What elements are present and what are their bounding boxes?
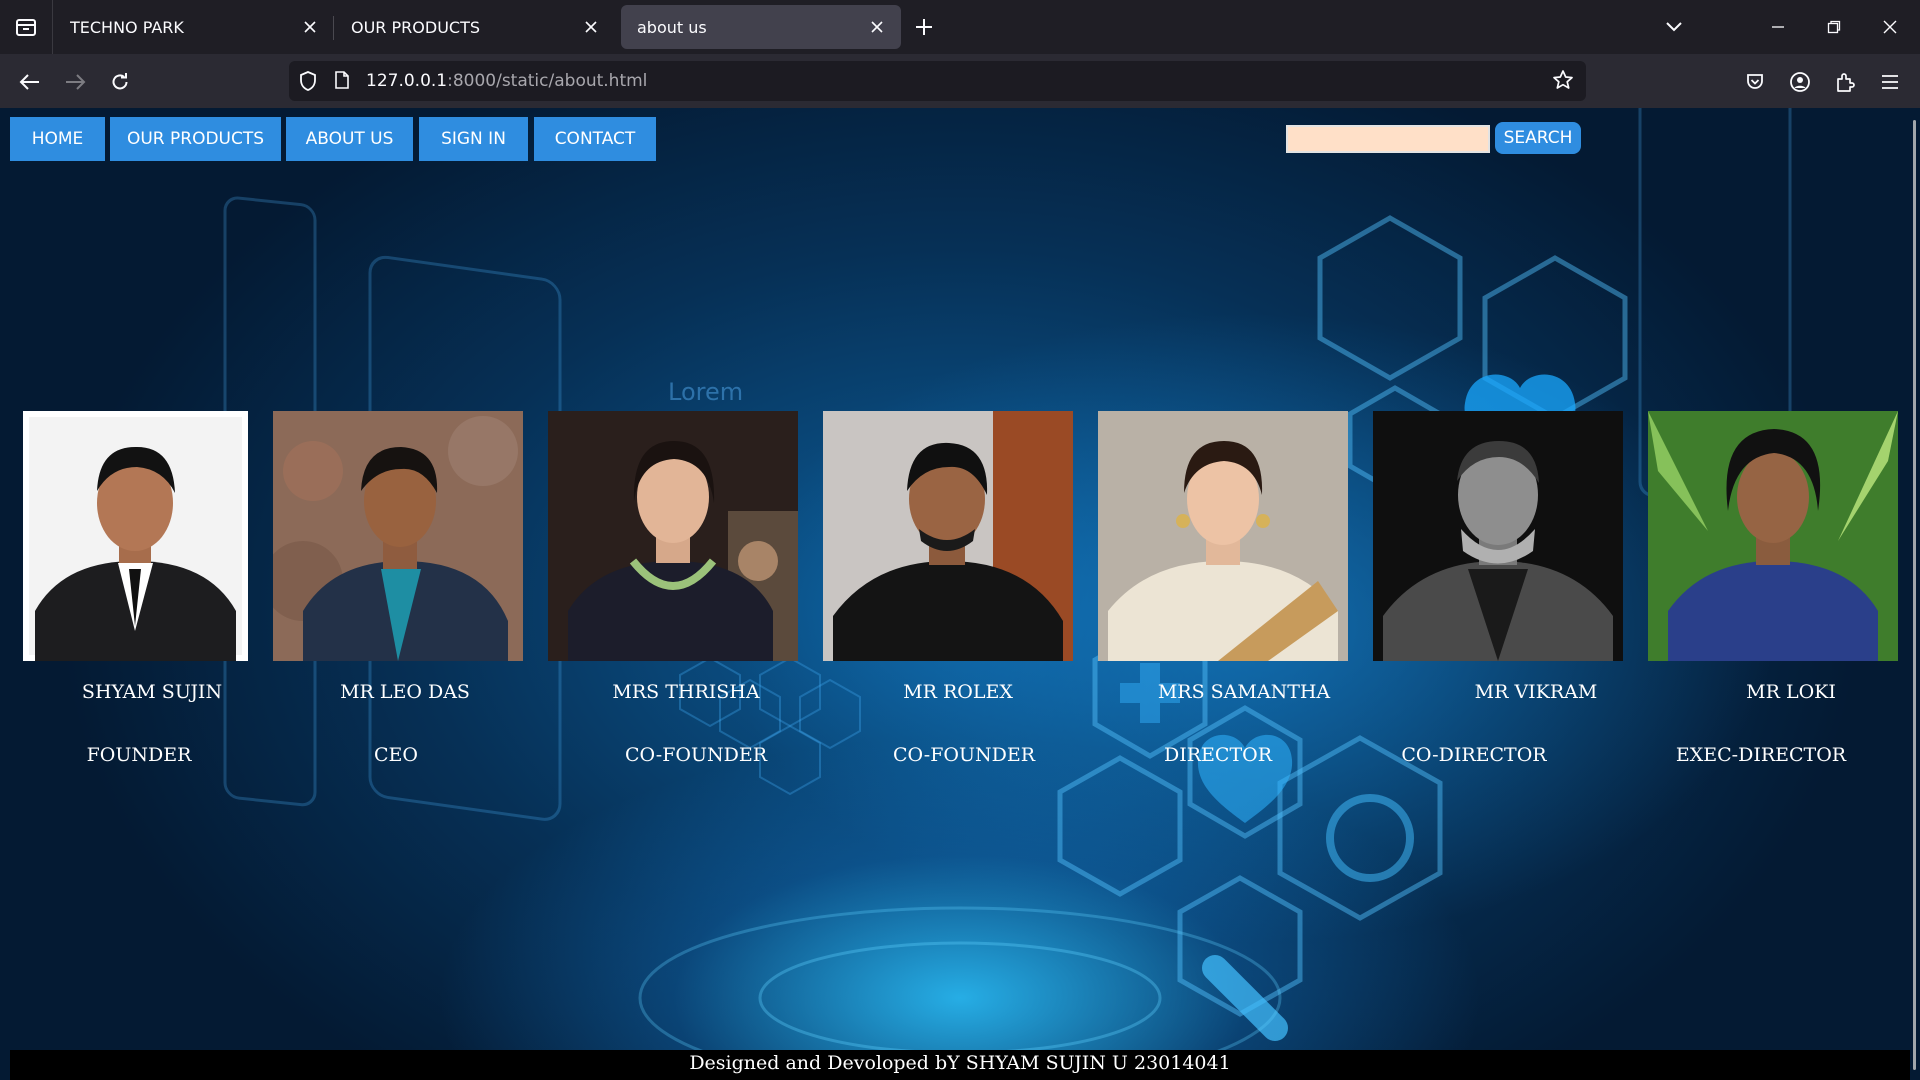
page-scrollbar[interactable] bbox=[1913, 120, 1916, 1070]
team-photo-mr-loki bbox=[1648, 411, 1898, 661]
team-member-role: CO-FOUNDER bbox=[624, 744, 768, 766]
team-member-role: CEO bbox=[374, 744, 418, 766]
team-member-name: MR LEO DAS bbox=[340, 681, 470, 703]
reload-icon[interactable] bbox=[105, 67, 135, 97]
close-tab-icon[interactable] bbox=[300, 17, 320, 37]
background-lorem-text: Lorem bbox=[668, 378, 743, 406]
close-tab-icon[interactable] bbox=[867, 17, 887, 37]
account-icon[interactable] bbox=[1785, 67, 1815, 97]
team-member-name: SHYAM SUJIN bbox=[81, 681, 223, 703]
page-icon[interactable] bbox=[334, 70, 350, 94]
minimize-icon[interactable] bbox=[1750, 0, 1806, 54]
menu-about-us-button[interactable]: ABOUT US bbox=[286, 117, 413, 161]
team-member-role: DIRECTOR bbox=[1163, 744, 1273, 766]
list-all-tabs-icon[interactable] bbox=[1646, 0, 1702, 54]
url-path: :8000/static/about.html bbox=[447, 71, 648, 91]
menu-contact-button[interactable]: CONTACT bbox=[534, 117, 656, 161]
team-photo-mrs-samantha bbox=[1098, 411, 1348, 661]
team-photo-mr-vikram bbox=[1373, 411, 1623, 661]
tab-title: about us bbox=[637, 17, 707, 37]
browser-toolbar: 127.0.0.1:8000/static/about.html bbox=[0, 54, 1920, 108]
browser-tab-bar: TECHNO PARK OUR PRODUCTS about us bbox=[0, 0, 1920, 54]
shield-icon[interactable] bbox=[298, 70, 318, 96]
about-page: Lorem HOME OUR PRODUCTS ABOUT US SIGN IN… bbox=[0, 108, 1920, 1080]
back-arrow-icon[interactable] bbox=[15, 67, 45, 97]
tab-title: OUR PRODUCTS bbox=[351, 17, 480, 37]
new-tab-icon[interactable] bbox=[910, 13, 938, 41]
team-photo-mrs-thrisha bbox=[548, 411, 798, 661]
team-photo-mr-rolex bbox=[823, 411, 1073, 661]
menu-home-button[interactable]: HOME bbox=[10, 117, 105, 161]
team-member-name: MR ROLEX bbox=[903, 681, 1013, 703]
team-member-name: MR VIKRAM bbox=[1474, 681, 1598, 703]
team-photo-shyam-sujin bbox=[23, 411, 248, 661]
close-tab-icon[interactable] bbox=[581, 17, 601, 37]
restore-icon[interactable] bbox=[1806, 0, 1862, 54]
tab-our-products[interactable]: OUR PRODUCTS bbox=[335, 5, 615, 49]
team-member-role: FOUNDER bbox=[86, 744, 192, 766]
team-member-name: MRS THRISHA bbox=[612, 681, 760, 703]
extensions-icon[interactable] bbox=[1830, 67, 1860, 97]
tab-list-icon[interactable] bbox=[0, 0, 53, 54]
url-text[interactable]: 127.0.0.1:8000/static/about.html bbox=[366, 71, 647, 91]
team-member-role: EXEC-DIRECTOR bbox=[1675, 744, 1847, 766]
search-button[interactable]: SEARCH bbox=[1495, 122, 1581, 154]
forward-arrow-icon[interactable] bbox=[60, 67, 90, 97]
tab-about-us[interactable]: about us bbox=[621, 5, 901, 49]
team-photo-mr-leo-das bbox=[273, 411, 523, 661]
team-member-name: MR LOKI bbox=[1746, 681, 1836, 703]
team-member-role: CO-FOUNDER bbox=[892, 744, 1036, 766]
search-input[interactable] bbox=[1286, 125, 1490, 153]
team-member-name: MRS SAMANTHA bbox=[1157, 681, 1331, 703]
close-window-icon[interactable] bbox=[1862, 0, 1918, 54]
url-host: 127.0.0.1 bbox=[366, 71, 448, 91]
team-member-role: CO-DIRECTOR bbox=[1401, 744, 1547, 766]
menu-sign-in-button[interactable]: SIGN IN bbox=[419, 117, 528, 161]
tab-title: TECHNO PARK bbox=[70, 17, 184, 37]
menu-our-products-button[interactable]: OUR PRODUCTS bbox=[110, 117, 281, 161]
pocket-icon[interactable] bbox=[1740, 67, 1770, 97]
hamburger-menu-icon[interactable] bbox=[1875, 67, 1905, 97]
bookmark-star-icon[interactable] bbox=[1552, 69, 1574, 95]
page-footer: Designed and Devoloped bY SHYAM SUJIN U … bbox=[10, 1050, 1910, 1080]
tab-separator bbox=[333, 16, 334, 40]
address-bar[interactable]: 127.0.0.1:8000/static/about.html bbox=[289, 61, 1586, 101]
tab-techno-park[interactable]: TECHNO PARK bbox=[54, 5, 334, 49]
